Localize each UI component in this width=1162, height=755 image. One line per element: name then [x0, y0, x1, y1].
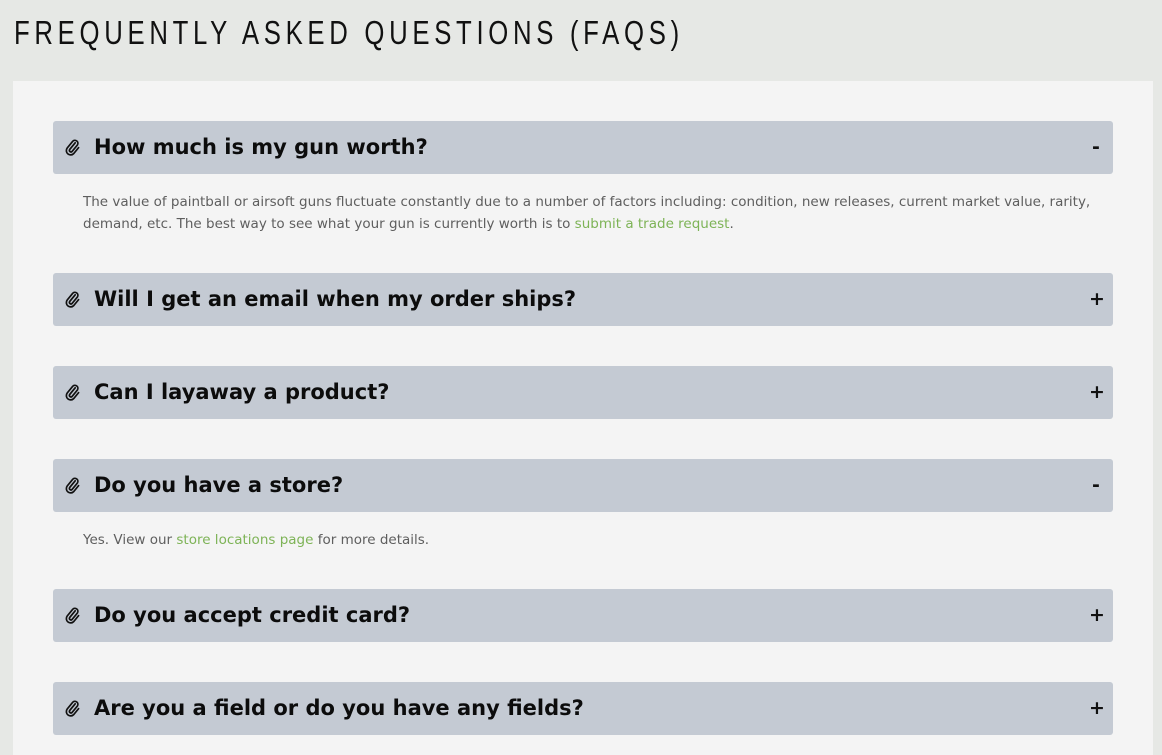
faq-question: Can I layaway a product? — [94, 380, 390, 404]
faq-item-store: Do you have a store? - Yes. View our sto… — [53, 459, 1113, 551]
paperclip-icon — [65, 700, 80, 717]
expand-toggle[interactable]: + — [1089, 366, 1105, 419]
paperclip-icon — [65, 477, 80, 494]
faq-question: Will I get an email when my order ships? — [94, 287, 577, 311]
expand-toggle[interactable]: + — [1089, 589, 1105, 642]
faq-header-store[interactable]: Do you have a store? - — [53, 459, 1113, 512]
faq-item-fields: Are you a field or do you have any field… — [53, 682, 1113, 735]
faq-header-fields[interactable]: Are you a field or do you have any field… — [53, 682, 1113, 735]
faq-answer-text: . — [729, 216, 734, 232]
faq-item-layaway: Can I layaway a product? + — [53, 366, 1113, 419]
faq-item-credit-card: Do you accept credit card? + — [53, 589, 1113, 642]
store-locations-link[interactable]: store locations page — [176, 532, 313, 548]
expand-toggle[interactable]: + — [1089, 273, 1105, 326]
faq-header-email-order[interactable]: Will I get an email when my order ships?… — [53, 273, 1113, 326]
faq-item-gun-worth: How much is my gun worth? - The value of… — [53, 121, 1113, 235]
faq-panel: How much is my gun worth? - The value of… — [13, 81, 1153, 755]
faq-answer: The value of paintball or airsoft guns f… — [53, 174, 1113, 235]
expand-toggle[interactable]: + — [1089, 682, 1105, 735]
page-title: FREQUENTLY ASKED QUESTIONS (FAQS) — [14, 14, 684, 51]
faq-question: Are you a field or do you have any field… — [94, 696, 584, 720]
paperclip-icon — [65, 384, 80, 401]
paperclip-icon — [65, 607, 80, 624]
collapse-toggle[interactable]: - — [1089, 121, 1103, 174]
faq-header-layaway[interactable]: Can I layaway a product? + — [53, 366, 1113, 419]
faq-header-credit-card[interactable]: Do you accept credit card? + — [53, 589, 1113, 642]
faq-answer: Yes. View our store locations page for m… — [53, 512, 1113, 551]
faq-question: Do you have a store? — [94, 473, 344, 497]
collapse-toggle[interactable]: - — [1089, 459, 1103, 512]
faq-question: Do you accept credit card? — [94, 603, 411, 627]
faq-answer-text: for more details. — [313, 532, 430, 548]
submit-trade-request-link[interactable]: submit a trade request — [575, 216, 730, 232]
faq-item-email-order: Will I get an email when my order ships?… — [53, 273, 1113, 326]
paperclip-icon — [65, 139, 80, 156]
faq-answer-text: Yes. View our — [83, 532, 177, 548]
faq-header-gun-worth[interactable]: How much is my gun worth? - — [53, 121, 1113, 174]
faq-question: How much is my gun worth? — [94, 135, 428, 159]
paperclip-icon — [65, 291, 80, 308]
